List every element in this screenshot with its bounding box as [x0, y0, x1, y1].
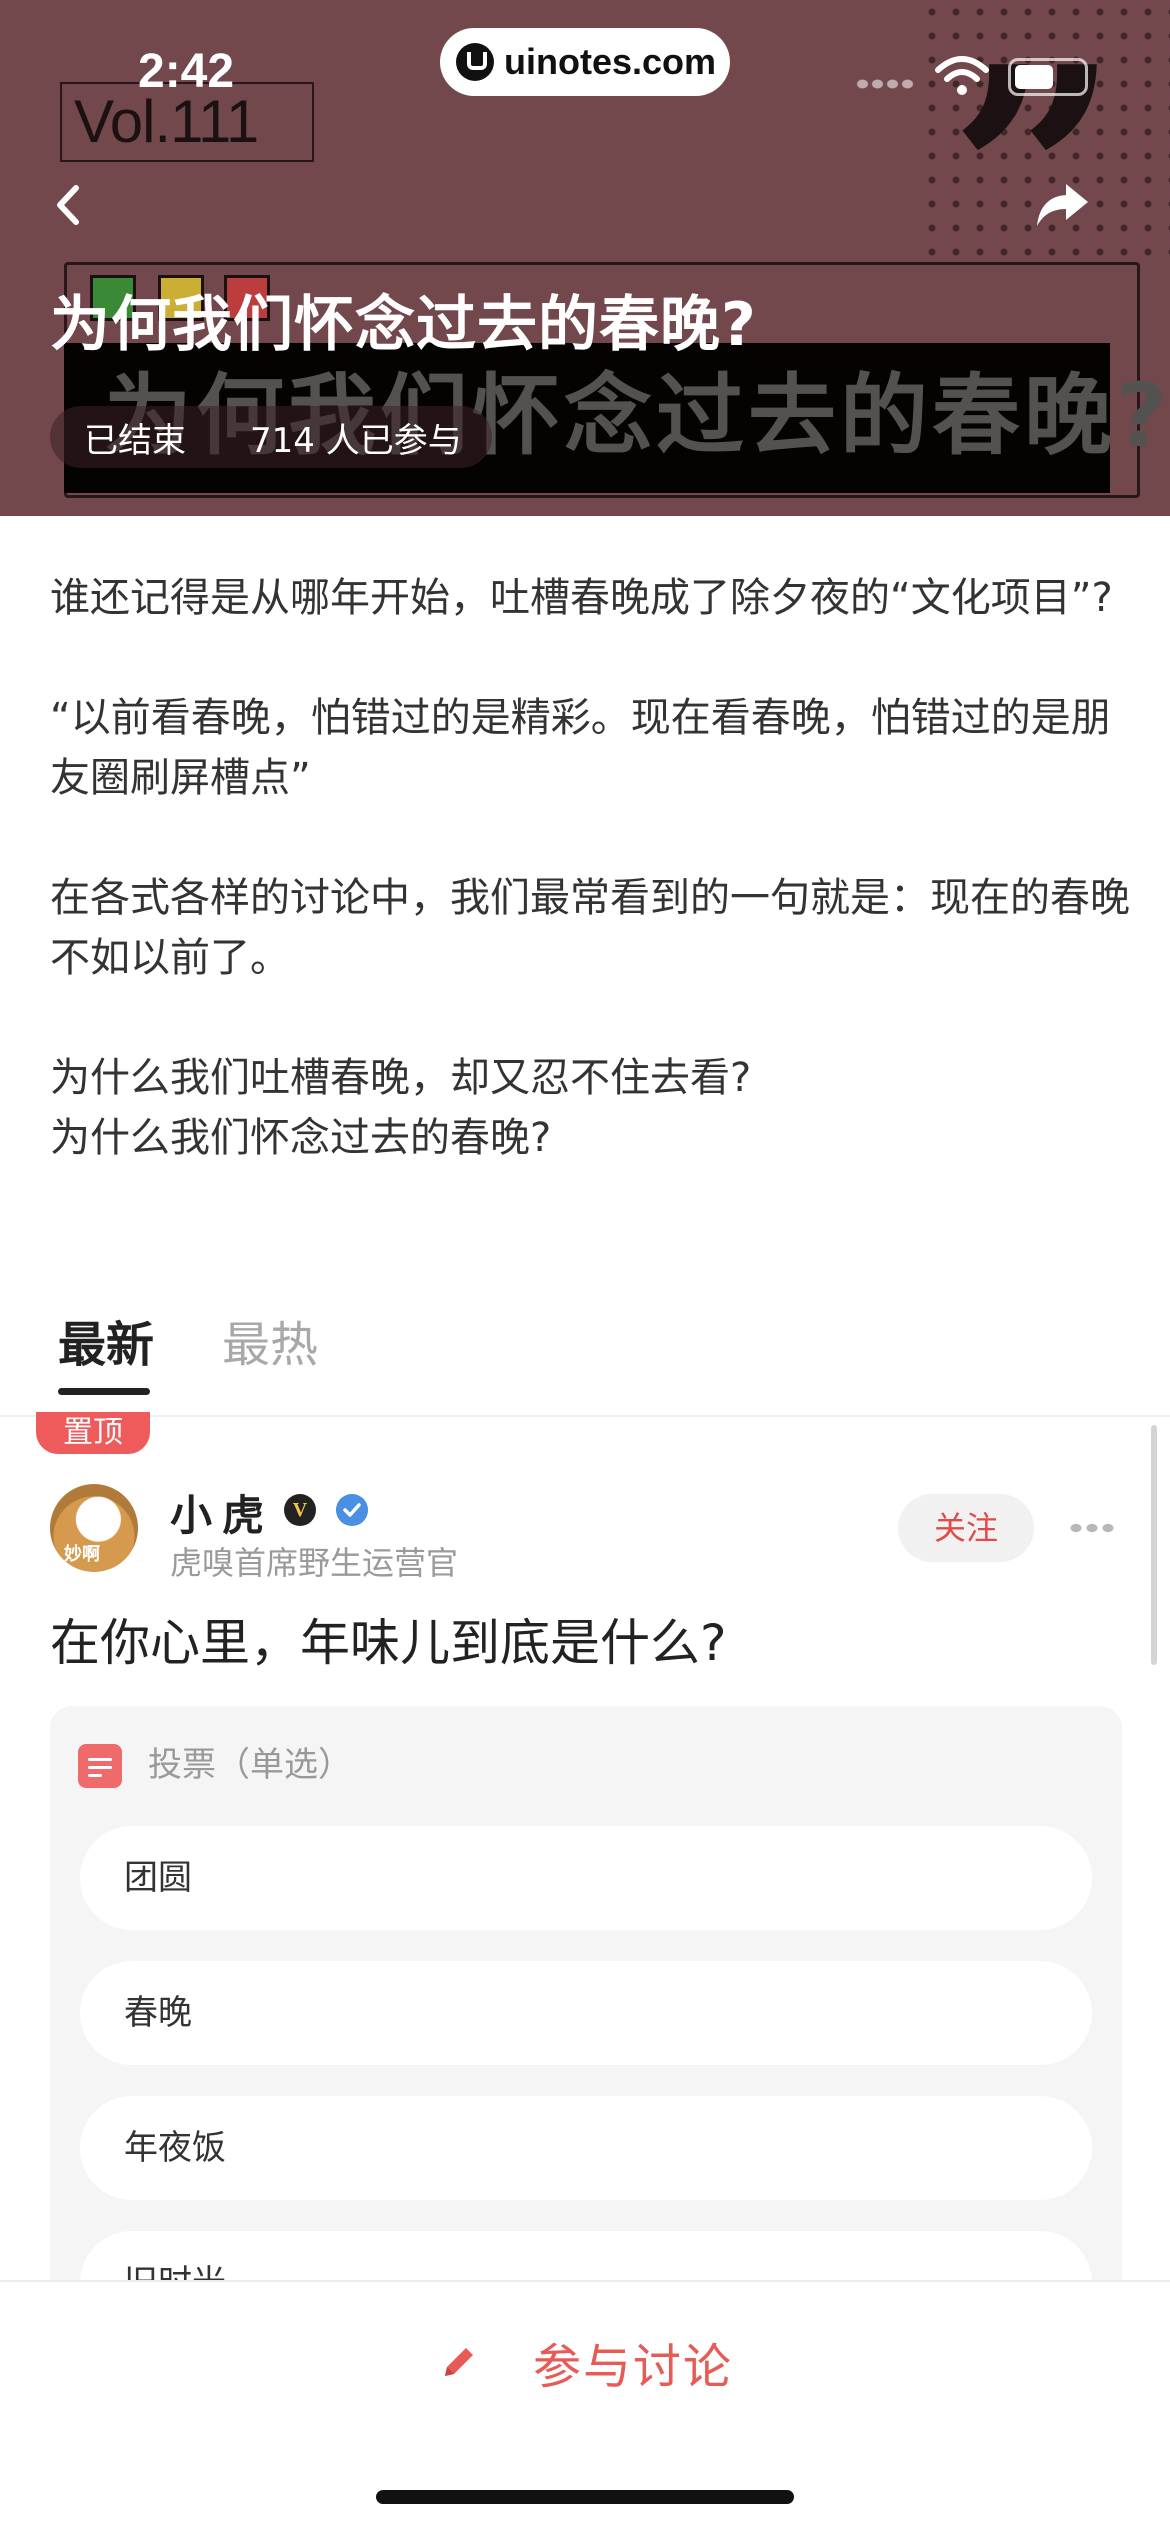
url-pill: uinotes.com [440, 28, 730, 96]
topic-title: 为何我们怀念过去的春晚? [50, 290, 757, 360]
participate-button[interactable]: 参与讨论 [0, 2322, 1170, 2402]
home-indicator [376, 2490, 794, 2504]
divider [0, 1415, 1170, 1417]
tab-latest[interactable]: 最新 [58, 1310, 154, 1380]
poll-icon [78, 1744, 122, 1788]
active-tab-indicator [58, 1388, 150, 1395]
topic-status-chip: 已结束 714 人已参与 [50, 406, 492, 468]
description-paragraph: 谁还记得是从哪年开始，吐槽春晚成了除夕夜的“文化项目”? [50, 575, 1113, 621]
share-icon[interactable] [1034, 180, 1090, 230]
participate-label: 参与讨论 [532, 2339, 733, 2395]
poll-option[interactable]: 团圆 [80, 1826, 1092, 1930]
poll-card: 投票（单选） 团圆 春晚 年夜饭 旧时光 [50, 1706, 1122, 2306]
more-icon[interactable] [1068, 1522, 1114, 1534]
description-paragraph: 为什么我们怀念过去的春晚? [50, 1115, 552, 1161]
status-time: 2:42 [138, 45, 235, 98]
pinned-badge: 置顶 [36, 1412, 150, 1454]
status-ended: 已结束 [84, 420, 186, 461]
back-icon[interactable] [48, 180, 88, 230]
poll-option[interactable]: 年夜饭 [80, 2096, 1092, 2200]
topic-hero: Vol.111 ” 为何我们怀念过去的春晚? 2:42 uinotes.com … [0, 0, 1170, 516]
wifi-icon [935, 56, 989, 95]
battery-icon [1008, 58, 1088, 96]
url-text: uinotes.com [504, 41, 717, 82]
description-paragraph: 在各式各样的讨论中，我们最常看到的一句就是：现在的春晚不如以前了。 [50, 875, 1130, 981]
description-paragraph: 为什么我们吐槽春晚，却又忍不住去看? [50, 1055, 752, 1101]
description-paragraph: “以前看春晚，怕错过的是精彩。现在看春晚，怕错过的是朋友圈刷屏槽点” [50, 695, 1111, 801]
site-logo-icon [456, 43, 494, 81]
poll-option[interactable]: 春晚 [80, 1961, 1092, 2065]
signal-icon [855, 78, 915, 90]
participant-count: 714 人已参与 [250, 420, 462, 461]
v-badge-icon: V [284, 1494, 316, 1526]
avatar[interactable]: 妙啊 [50, 1484, 138, 1572]
author-name[interactable]: 小虎 [170, 1482, 274, 1543]
post-question[interactable]: 在你心里，年味儿到底是什么? [50, 1608, 727, 1678]
pencil-icon [444, 2348, 473, 2376]
author-title: 虎嗅首席野生运营官 [170, 1544, 459, 1582]
scrollbar[interactable] [1151, 1425, 1157, 1665]
tab-hot[interactable]: 最热 [222, 1310, 318, 1380]
poll-label: 投票（单选） [148, 1745, 352, 1785]
follow-button[interactable]: 关注 [898, 1494, 1034, 1562]
verified-icon [336, 1494, 368, 1526]
avatar-caption: 妙啊 [64, 1544, 100, 1565]
topic-description: 谁还记得是从哪年开始，吐槽春晚成了除夕夜的“文化项目”? “以前看春晚，怕错过的… [50, 568, 1130, 1168]
